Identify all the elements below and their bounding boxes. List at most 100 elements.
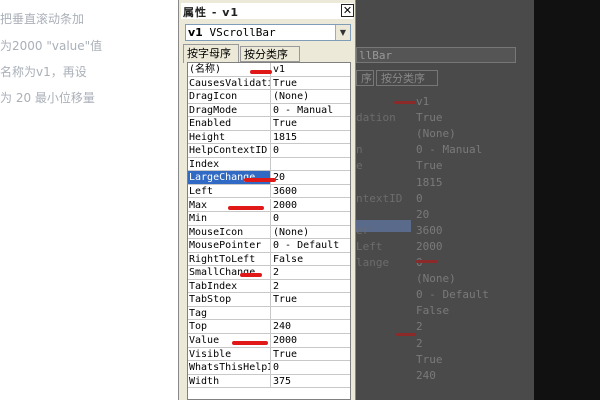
property-row[interactable]: Max 2000 bbox=[188, 198, 350, 213]
property-value[interactable]: 375 bbox=[273, 375, 291, 388]
property-value[interactable]: True bbox=[273, 293, 297, 306]
annotation-stroke bbox=[240, 273, 262, 278]
property-value[interactable]: 0 bbox=[273, 144, 279, 157]
property-row[interactable]: Top 240 bbox=[188, 320, 350, 334]
ghost-value: 2 bbox=[416, 336, 423, 350]
property-name[interactable]: Height bbox=[188, 130, 271, 144]
ghost-name: e bbox=[356, 159, 363, 173]
property-name[interactable]: Enabled bbox=[188, 117, 271, 130]
property-value[interactable]: False bbox=[273, 253, 303, 266]
property-row[interactable]: Tag bbox=[188, 306, 350, 321]
tab-alphabetic[interactable]: 按字母序 bbox=[183, 44, 239, 63]
properties-window: 属性 - v1 ✕ v1 VScrollBar ▼ 按字母序 按分类序 (名称)… bbox=[178, 0, 356, 400]
object-type: VScrollBar bbox=[209, 26, 276, 39]
ghost-value: 2 bbox=[416, 320, 423, 334]
ghost-name: ntextID bbox=[356, 191, 403, 205]
property-row[interactable]: Min 0 bbox=[188, 212, 350, 226]
ghost-value: 0 - Manual bbox=[416, 143, 483, 157]
ghost-value: False bbox=[416, 304, 450, 318]
ghost-annotation-stroke bbox=[394, 101, 416, 104]
property-row[interactable]: MouseIcon (None) bbox=[188, 225, 350, 240]
property-name[interactable]: Tag bbox=[188, 306, 271, 320]
object-selector-text: v1 VScrollBar bbox=[188, 26, 276, 39]
property-name[interactable]: TabIndex bbox=[188, 279, 271, 293]
annotation-stroke bbox=[244, 178, 276, 183]
article-line: 为 20 最小位移量 bbox=[0, 91, 95, 105]
ghost-name: lange bbox=[356, 256, 390, 269]
tab-categorized[interactable]: 按分类序 bbox=[240, 46, 300, 62]
property-value[interactable]: v1 bbox=[273, 63, 285, 76]
property-row[interactable]: Left 3600 bbox=[188, 184, 350, 199]
property-row[interactable]: RightToLeft False bbox=[188, 252, 350, 267]
ghost-annotation-stroke bbox=[396, 333, 416, 336]
ghost-value: 240 bbox=[416, 368, 436, 382]
close-button[interactable]: ✕ bbox=[341, 4, 354, 17]
property-value[interactable]: True bbox=[273, 348, 297, 361]
property-row[interactable]: DragMode 0 - Manual bbox=[188, 103, 350, 118]
property-grid[interactable]: (名称)v1CausesValidationTrueDragIcon(None)… bbox=[187, 62, 351, 400]
property-value[interactable]: 3600 bbox=[273, 185, 297, 198]
dropdown-arrow-icon[interactable]: ▼ bbox=[335, 25, 350, 40]
property-row[interactable]: HelpContextID 0 bbox=[188, 144, 350, 158]
property-name[interactable]: Min bbox=[188, 212, 271, 225]
property-value[interactable]: 2000 bbox=[273, 199, 297, 212]
property-name[interactable]: CausesValidation bbox=[188, 76, 271, 90]
property-name[interactable]: Left bbox=[188, 184, 271, 198]
property-name[interactable]: DragIcon bbox=[188, 90, 271, 103]
property-name[interactable]: MouseIcon bbox=[188, 225, 271, 239]
property-value[interactable]: True bbox=[273, 77, 297, 90]
ghost-tab: 序 bbox=[356, 70, 374, 86]
property-name[interactable]: Index bbox=[188, 157, 271, 171]
property-row[interactable]: Enabled True bbox=[188, 117, 350, 131]
property-row[interactable]: Width 375 bbox=[188, 374, 350, 389]
property-name[interactable]: TabStop bbox=[188, 293, 271, 306]
property-row[interactable]: TabStop True bbox=[188, 293, 350, 307]
object-selector[interactable]: v1 VScrollBar ▼ bbox=[185, 24, 351, 41]
property-row[interactable]: Value 2000 bbox=[188, 334, 350, 348]
article-line: 为2000 "value"值 bbox=[0, 39, 103, 53]
property-value[interactable]: 240 bbox=[273, 320, 291, 333]
background-article: 把垂直滚动条加 为2000 "value"值 名称为v1，再设 为 20 最小位… bbox=[0, 0, 182, 400]
property-name[interactable]: WhatsThisHelpID bbox=[188, 361, 271, 374]
title-bar[interactable]: 属性 - v1 ✕ bbox=[181, 3, 354, 19]
property-value[interactable]: (None) bbox=[273, 226, 309, 239]
ghost-panel: llBar 序 按分类序 v1 True (None) 0 - Manual True 1… bbox=[356, 0, 534, 400]
property-value[interactable]: (None) bbox=[273, 90, 309, 103]
property-name[interactable]: RightToLeft bbox=[188, 252, 271, 266]
ghost-value: 0 bbox=[416, 191, 423, 205]
property-name[interactable]: Width bbox=[188, 374, 271, 388]
property-value[interactable]: 0 bbox=[273, 361, 279, 374]
property-name[interactable]: DragMode bbox=[188, 103, 271, 117]
ghost-name: dation bbox=[356, 111, 396, 125]
property-row[interactable]: CausesValidationTrue bbox=[188, 76, 350, 91]
property-row[interactable]: SmallChange 2 bbox=[188, 266, 350, 280]
ghost-tab: 按分类序 bbox=[376, 70, 438, 86]
property-value[interactable]: 0 bbox=[273, 212, 279, 225]
property-row[interactable]: TabIndex 2 bbox=[188, 279, 350, 294]
property-value[interactable]: 2000 bbox=[273, 334, 297, 347]
property-name[interactable]: Visible bbox=[188, 347, 271, 361]
property-value[interactable]: 2 bbox=[273, 266, 279, 279]
ghost-name: er bbox=[356, 223, 370, 237]
property-name[interactable]: Top bbox=[188, 320, 271, 333]
property-value[interactable]: 0 - Manual bbox=[273, 104, 333, 117]
ghost-value: 20 bbox=[416, 207, 430, 221]
property-value[interactable]: 0 - Default bbox=[273, 239, 339, 252]
property-value[interactable]: True bbox=[273, 117, 297, 130]
property-row[interactable]: DragIcon (None) bbox=[188, 90, 350, 104]
ghost-object-combo: llBar bbox=[356, 47, 516, 63]
property-name[interactable]: HelpContextID bbox=[188, 144, 271, 157]
ghost-value: (None) bbox=[416, 272, 456, 286]
property-row[interactable]: WhatsThisHelpID 0 bbox=[188, 361, 350, 375]
ghost-name: Left bbox=[356, 239, 383, 253]
property-name[interactable]: MousePointer bbox=[188, 239, 271, 252]
property-row[interactable]: Index bbox=[188, 157, 350, 172]
ghost-value: True bbox=[416, 159, 443, 173]
property-row[interactable]: Visible True bbox=[188, 347, 350, 362]
property-row[interactable]: Height 1815 bbox=[188, 130, 350, 145]
ghost-annotation-stroke bbox=[416, 260, 438, 263]
property-value[interactable]: 2 bbox=[273, 280, 279, 293]
annotation-stroke bbox=[250, 70, 272, 74]
property-row[interactable]: MousePointer 0 - Default bbox=[188, 239, 350, 253]
property-value[interactable]: 1815 bbox=[273, 131, 297, 144]
